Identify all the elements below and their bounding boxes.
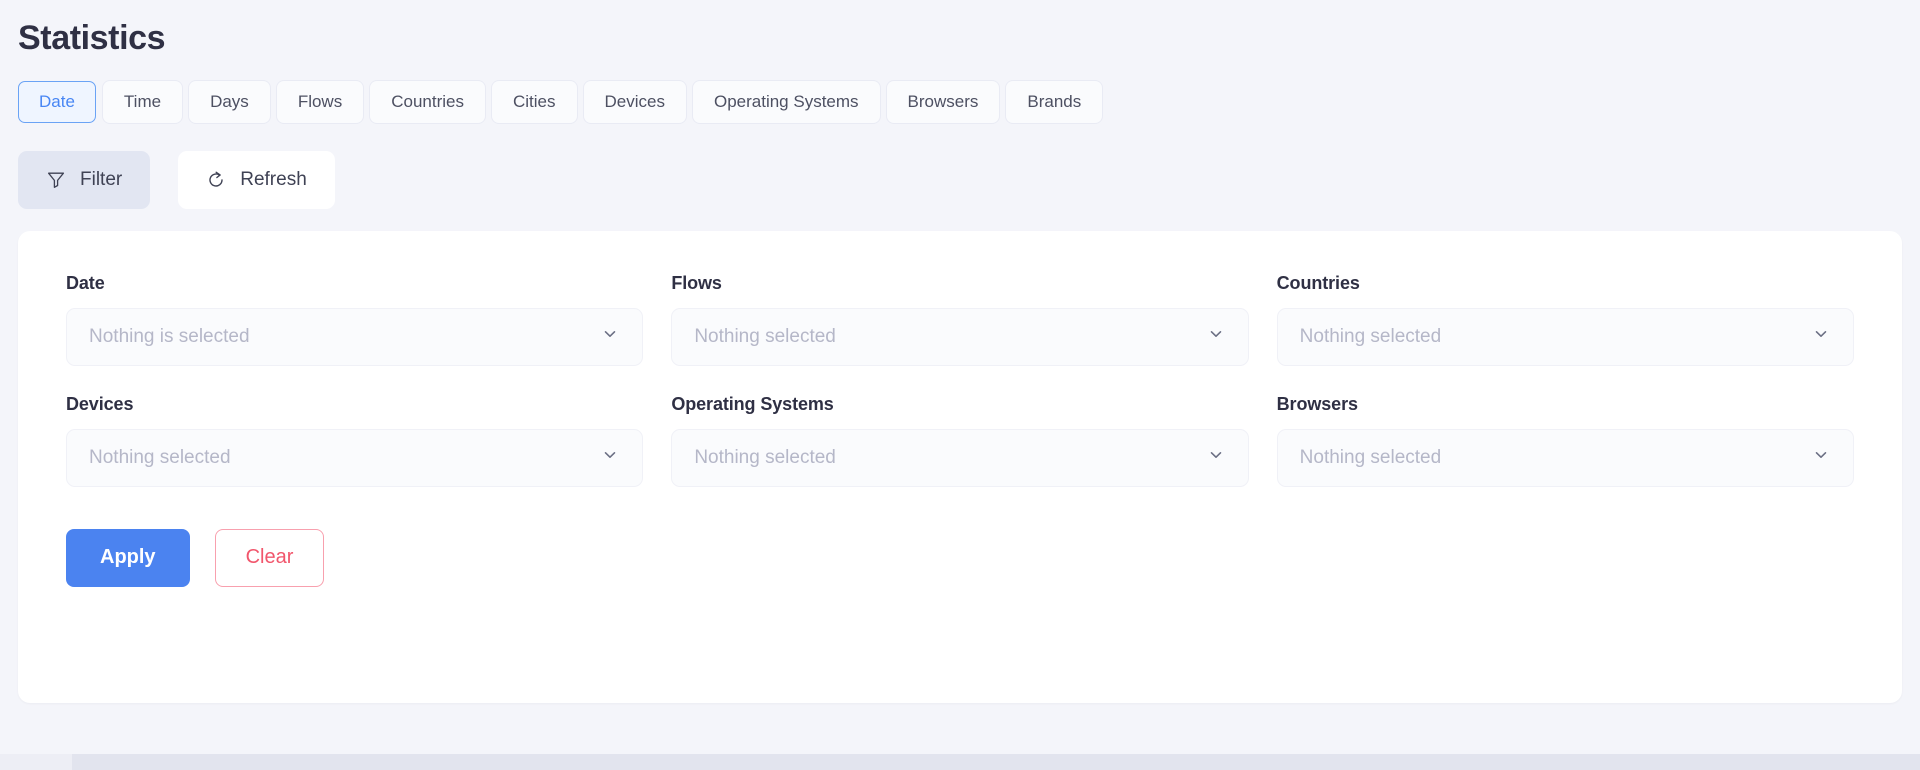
filter-field-devices: Devices Nothing selected	[66, 394, 643, 487]
tab-label: Brands	[1027, 92, 1081, 112]
tab-cities[interactable]: Cities	[492, 81, 577, 123]
tab-label: Date	[39, 92, 75, 112]
flows-select-value: Nothing selected	[694, 326, 836, 348]
refresh-button-label: Refresh	[240, 169, 307, 191]
filter-button-label: Filter	[80, 169, 122, 191]
tab-operating-systems[interactable]: Operating Systems	[693, 81, 880, 123]
field-label: Devices	[66, 394, 643, 415]
chevron-down-icon	[600, 445, 620, 470]
browsers-select[interactable]: Nothing selected	[1277, 429, 1854, 487]
operating-systems-select-value: Nothing selected	[694, 447, 836, 469]
filter-field-browsers: Browsers Nothing selected	[1277, 394, 1854, 487]
tab-label: Days	[210, 92, 249, 112]
flows-select[interactable]: Nothing selected	[671, 308, 1248, 366]
filter-fields-grid: Date Nothing is selected Flows Nothing s…	[66, 273, 1854, 515]
filter-button[interactable]: Filter	[18, 151, 150, 209]
chevron-down-icon	[1206, 324, 1226, 349]
field-label: Date	[66, 273, 643, 294]
tab-date[interactable]: Date	[18, 81, 96, 123]
tab-label: Devices	[605, 92, 665, 112]
tab-label: Time	[124, 92, 161, 112]
statistics-page: Statistics Date Time Days Flows Countrie…	[0, 0, 1920, 770]
devices-select[interactable]: Nothing selected	[66, 429, 643, 487]
filter-form-actions: Apply Clear	[66, 529, 1854, 587]
tab-time[interactable]: Time	[103, 81, 182, 123]
filter-field-flows: Flows Nothing selected	[671, 273, 1248, 366]
tab-label: Cities	[513, 92, 556, 112]
filter-field-date: Date Nothing is selected	[66, 273, 643, 366]
apply-button[interactable]: Apply	[66, 529, 190, 587]
countries-select[interactable]: Nothing selected	[1277, 308, 1854, 366]
statistics-tabs: Date Time Days Flows Countries Cities De…	[18, 81, 1902, 123]
tab-label: Browsers	[908, 92, 979, 112]
tab-label: Operating Systems	[714, 92, 859, 112]
countries-select-value: Nothing selected	[1300, 326, 1442, 348]
filter-field-operating-systems: Operating Systems Nothing selected	[671, 394, 1248, 487]
tab-flows[interactable]: Flows	[277, 81, 363, 123]
chevron-down-icon	[1811, 324, 1831, 349]
field-label: Flows	[671, 273, 1248, 294]
tab-devices[interactable]: Devices	[584, 81, 686, 123]
filter-panel: Date Nothing is selected Flows Nothing s…	[18, 231, 1902, 703]
refresh-icon	[206, 170, 226, 190]
tab-countries[interactable]: Countries	[370, 81, 485, 123]
scrollbar-thumb[interactable]	[0, 754, 72, 770]
filter-field-countries: Countries Nothing selected	[1277, 273, 1854, 366]
refresh-button[interactable]: Refresh	[178, 151, 335, 209]
chevron-down-icon	[600, 324, 620, 349]
field-label: Operating Systems	[671, 394, 1248, 415]
tab-brands[interactable]: Brands	[1006, 81, 1102, 123]
page-title: Statistics	[18, 0, 1902, 59]
funnel-icon	[46, 170, 66, 190]
toolbar: Filter Refresh	[18, 151, 1902, 209]
tab-browsers[interactable]: Browsers	[887, 81, 1000, 123]
field-label: Countries	[1277, 273, 1854, 294]
operating-systems-select[interactable]: Nothing selected	[671, 429, 1248, 487]
chevron-down-icon	[1811, 445, 1831, 470]
clear-button[interactable]: Clear	[215, 529, 325, 587]
tab-label: Countries	[391, 92, 464, 112]
horizontal-scrollbar[interactable]	[0, 754, 1920, 770]
devices-select-value: Nothing selected	[89, 447, 231, 469]
field-label: Browsers	[1277, 394, 1854, 415]
tab-label: Flows	[298, 92, 342, 112]
tab-days[interactable]: Days	[189, 81, 270, 123]
date-select[interactable]: Nothing is selected	[66, 308, 643, 366]
date-select-value: Nothing is selected	[89, 326, 250, 348]
chevron-down-icon	[1206, 445, 1226, 470]
browsers-select-value: Nothing selected	[1300, 447, 1442, 469]
